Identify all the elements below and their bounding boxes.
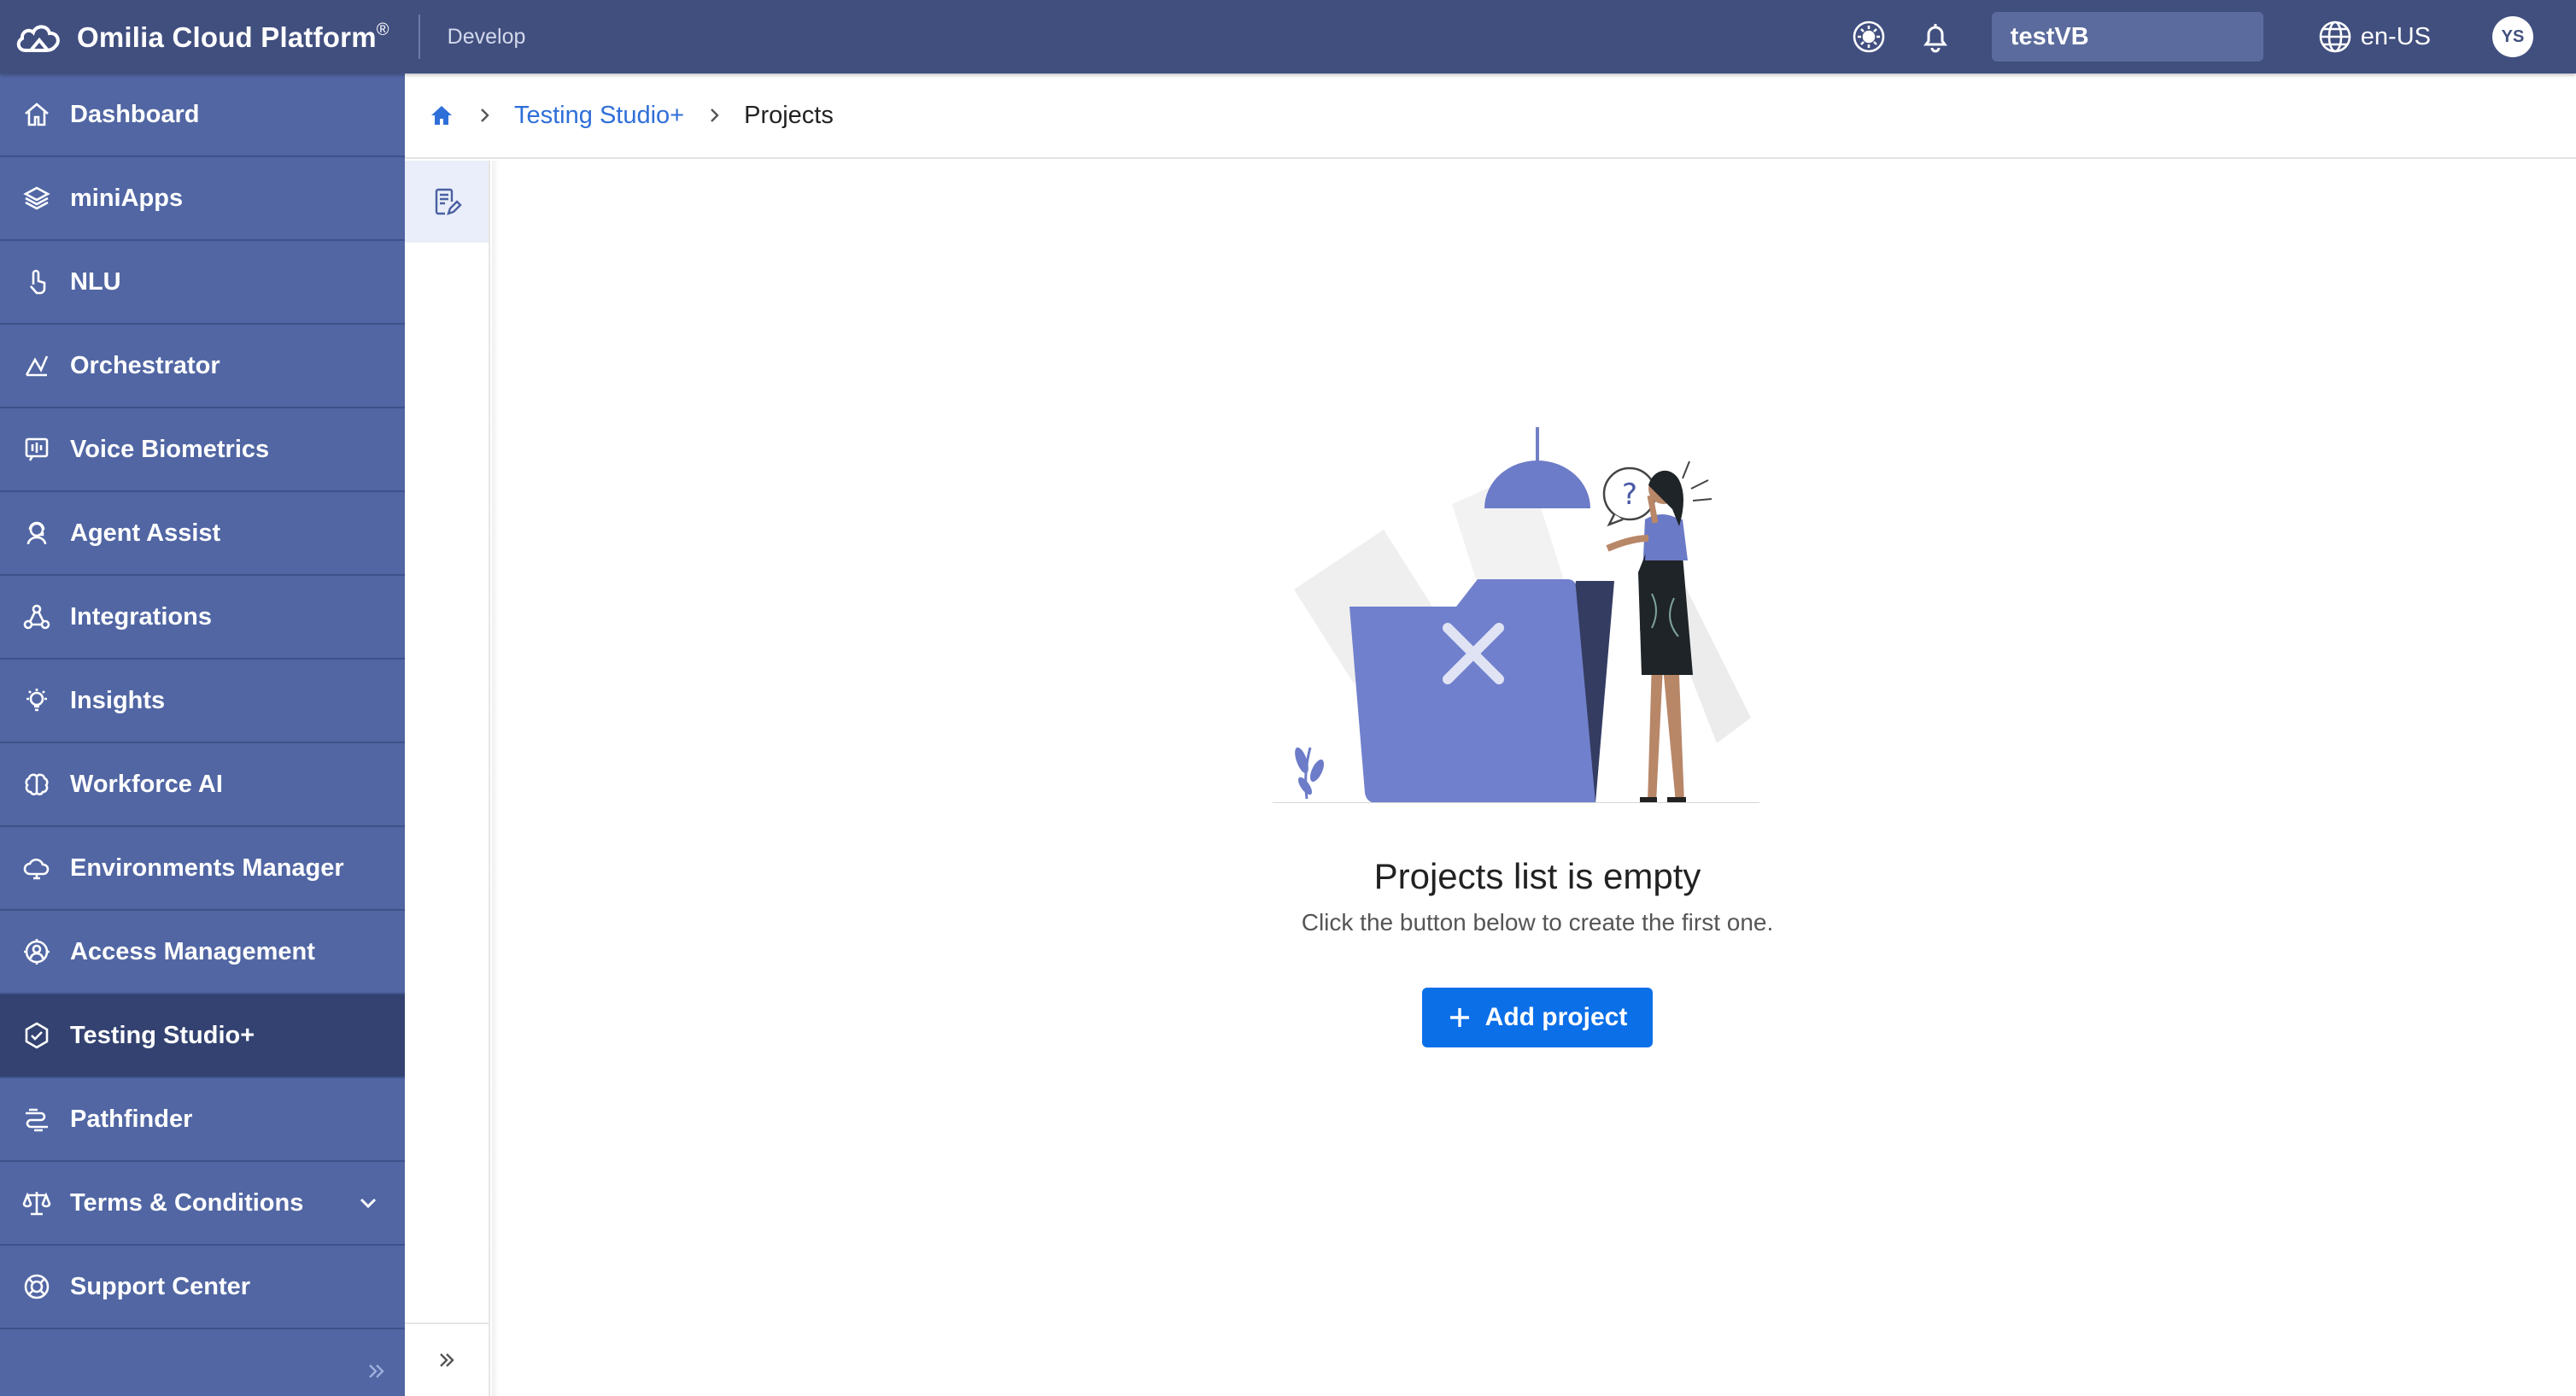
sidebar-item-integrations[interactable]: Integrations bbox=[0, 576, 405, 660]
language-selector[interactable]: en-US bbox=[2318, 20, 2431, 54]
brand-text: Omilia Cloud Platform bbox=[77, 21, 377, 53]
empty-state-title: Projects list is empty bbox=[1373, 856, 1701, 896]
sidebar-item-insights[interactable]: Insights bbox=[0, 660, 405, 743]
brand-name: Omilia Cloud Platform® bbox=[77, 21, 389, 54]
language-label: en-US bbox=[2360, 22, 2431, 50]
tap-icon bbox=[30, 269, 46, 295]
path-icon bbox=[26, 1108, 48, 1132]
sidebar-item-label: Support Center bbox=[70, 1272, 251, 1300]
sidebar-item-label: Integrations bbox=[70, 602, 212, 631]
hexagon-check-icon bbox=[25, 1022, 49, 1049]
sidebar-item-label: Access Management bbox=[70, 937, 315, 965]
sidebar-item-label: Environments Manager bbox=[70, 853, 344, 882]
sidebar-item-pathfinder[interactable]: Pathfinder bbox=[0, 1078, 405, 1162]
cloud-logo-icon bbox=[16, 25, 60, 52]
add-project-button[interactable]: Add project bbox=[1422, 988, 1653, 1047]
brain-icon bbox=[25, 773, 49, 795]
sidebar-item-nlu[interactable]: NLU bbox=[0, 241, 405, 325]
sidebar-collapse-icon[interactable] bbox=[364, 1358, 389, 1384]
registered-mark: ® bbox=[376, 20, 389, 39]
lifebuoy-icon bbox=[24, 1274, 50, 1299]
sidebar-item-terms-conditions[interactable]: Terms & Conditions bbox=[0, 1162, 405, 1246]
agent-icon bbox=[26, 521, 47, 545]
sidebar: Dashboard miniApps NLU Orchestrator Voic… bbox=[0, 73, 405, 1396]
sidebar-item-workforce-ai[interactable]: Workforce AI bbox=[0, 743, 405, 827]
sidebar-item-label: Terms & Conditions bbox=[70, 1188, 304, 1217]
rail-shadow bbox=[492, 161, 499, 1396]
sidebar-item-agent-assist[interactable]: Agent Assist bbox=[0, 492, 405, 576]
sidebar-item-miniapps[interactable]: miniApps bbox=[0, 157, 405, 241]
sidebar-item-label: Pathfinder bbox=[70, 1105, 193, 1133]
voiceprint-icon bbox=[25, 437, 49, 461]
sidebar-item-access-management[interactable]: Access Management bbox=[0, 911, 405, 994]
chevron-right-icon bbox=[481, 109, 489, 122]
breadcrumb-testing-studio-link[interactable]: Testing Studio+ bbox=[514, 102, 684, 130]
sidebar-item-label: Orchestrator bbox=[70, 351, 220, 379]
sidebar-item-label: Testing Studio+ bbox=[70, 1021, 255, 1049]
scale-icon bbox=[22, 1192, 51, 1216]
home-icon bbox=[25, 103, 49, 126]
topbar-actions: testVB en-US YS bbox=[1850, 0, 2576, 73]
rail-item-projects[interactable] bbox=[405, 161, 489, 243]
sidebar-item-label: NLU bbox=[70, 267, 121, 296]
sidebar-item-dashboard[interactable]: Dashboard bbox=[0, 73, 405, 157]
orchestrator-icon bbox=[25, 355, 49, 377]
empty-state-subtitle: Click the button below to create the fir… bbox=[1301, 909, 1774, 936]
sidebar-item-environments-manager[interactable]: Environments Manager bbox=[0, 827, 405, 911]
sidebar-item-testing-studio[interactable]: Testing Studio+ bbox=[0, 994, 405, 1078]
secondary-nav-rail bbox=[405, 161, 490, 1396]
sidebar-item-label: Agent Assist bbox=[70, 519, 221, 547]
theme-toggle-icon[interactable] bbox=[1850, 18, 1888, 56]
plus-icon bbox=[1449, 1008, 1469, 1027]
gear-user-icon bbox=[24, 939, 50, 965]
add-project-label: Add project bbox=[1484, 1003, 1628, 1031]
brand[interactable]: Omilia Cloud Platform® bbox=[14, 18, 389, 56]
cloud-icon bbox=[23, 858, 50, 880]
sidebar-item-label: Voice Biometrics bbox=[70, 435, 270, 463]
layers-icon bbox=[23, 186, 50, 210]
environment-label: Develop bbox=[447, 24, 526, 49]
sidebar-item-label: miniApps bbox=[70, 184, 184, 212]
tenant-selector[interactable]: testVB bbox=[1991, 12, 2263, 62]
globe-icon bbox=[2319, 21, 2351, 53]
sidebar-item-voice-biometrics[interactable]: Voice Biometrics bbox=[0, 408, 405, 492]
svg-text:?: ? bbox=[1622, 478, 1637, 512]
sidebar-item-label: Insights bbox=[70, 686, 166, 714]
breadcrumb: Testing Studio+ Projects bbox=[405, 73, 2576, 159]
sidebar-item-orchestrator[interactable]: Orchestrator bbox=[0, 325, 405, 408]
breadcrumb-current: Projects bbox=[744, 101, 834, 129]
double-chevron-right-icon bbox=[440, 1353, 454, 1367]
sidebar-item-support-center[interactable]: Support Center bbox=[0, 1246, 405, 1329]
empty-folder-illustration: ? bbox=[1273, 427, 1759, 803]
rail-expand-button[interactable] bbox=[405, 1323, 489, 1396]
topbar-divider bbox=[418, 15, 420, 59]
lightbulb-icon bbox=[26, 689, 47, 712]
notifications-bell-icon[interactable] bbox=[1917, 18, 1954, 56]
sidebar-item-label: Workforce AI bbox=[70, 770, 223, 798]
integrations-icon bbox=[23, 604, 50, 630]
chevron-right-icon bbox=[711, 109, 719, 122]
sidebar-item-label: Dashboard bbox=[70, 100, 200, 128]
home-icon[interactable] bbox=[429, 103, 454, 128]
chevron-down-icon[interactable] bbox=[357, 1192, 379, 1214]
top-bar: Omilia Cloud Platform® Develop testVB en… bbox=[0, 0, 2576, 73]
empty-state: ? Projects list is empty Click the butto… bbox=[1196, 419, 1879, 1047]
document-edit-icon bbox=[435, 188, 462, 215]
user-avatar[interactable]: YS bbox=[2492, 16, 2533, 57]
